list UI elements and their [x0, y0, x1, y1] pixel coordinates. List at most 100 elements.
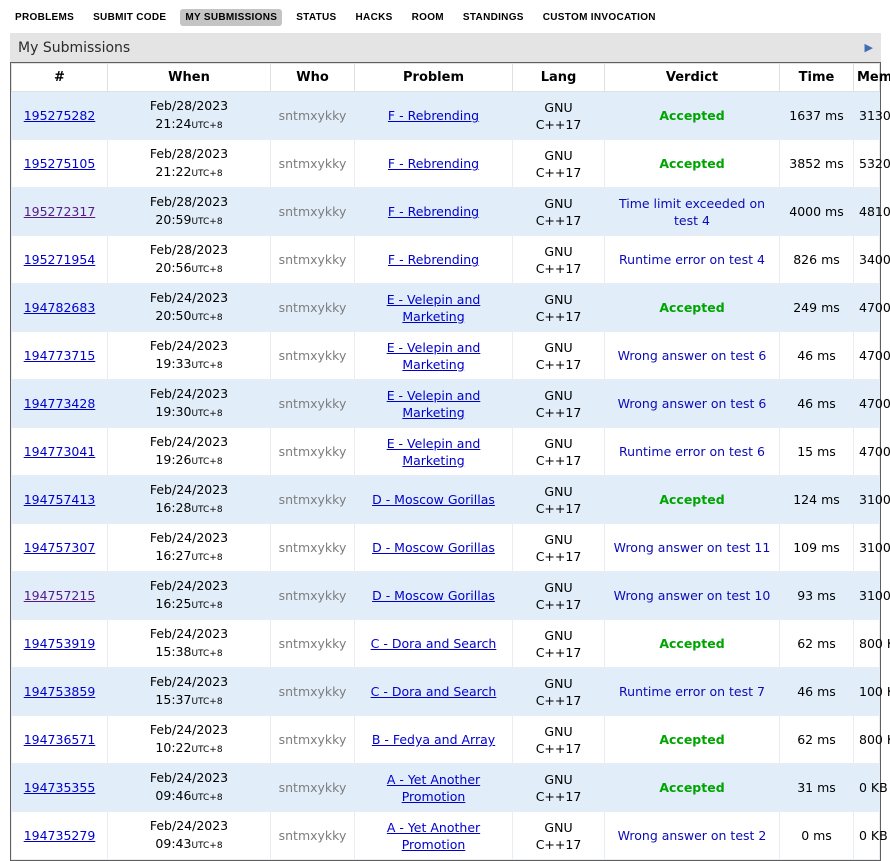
submission-timezone: UTC+8 — [191, 457, 222, 467]
problem-cell: A - Yet Another Promotion — [355, 812, 513, 860]
submission-lang: GNU C++17 — [534, 435, 584, 469]
submission-author-cell: sntmxykky — [271, 668, 355, 716]
submission-author: sntmxykky — [279, 492, 347, 507]
problem-cell: F - Rebrending — [355, 92, 513, 140]
submission-link[interactable]: 194735355 — [24, 780, 96, 795]
submission-author-cell: sntmxykky — [271, 380, 355, 428]
submission-link[interactable]: 195271954 — [24, 252, 96, 267]
submission-link[interactable]: 194782683 — [24, 300, 96, 315]
submission-link[interactable]: 194757307 — [24, 540, 96, 555]
submission-author: sntmxykky — [279, 348, 347, 363]
submission-link[interactable]: 195272317 — [24, 204, 96, 219]
execution-time: 46 ms — [780, 380, 854, 428]
submission-when-cell: Feb/24/2023 15:37UTC+8 — [108, 668, 271, 716]
problem-link[interactable]: E - Velepin and Marketing — [360, 291, 507, 325]
problem-link[interactable]: F - Rebrending — [388, 251, 479, 268]
execution-time: 15 ms — [780, 428, 854, 476]
problem-link[interactable]: A - Yet Another Promotion — [360, 771, 507, 805]
submission-link[interactable]: 194757413 — [24, 492, 96, 507]
submission-id-cell: 194736571 — [12, 716, 108, 764]
language-cell: GNU C++17 — [513, 380, 605, 428]
table-row: 194773041 Feb/24/2023 19:26UTC+8 sntmxyk… — [12, 428, 880, 476]
memory-used: 0 KB — [854, 764, 880, 812]
verdict-text: Wrong answer on test 6 — [618, 347, 767, 364]
problem-link[interactable]: D - Moscow Gorillas — [372, 539, 495, 556]
submission-author-cell: sntmxykky — [271, 140, 355, 188]
submission-id-cell: 195272317 — [12, 188, 108, 236]
table-row: 194782683 Feb/24/2023 20:50UTC+8 sntmxyk… — [12, 284, 880, 332]
problem-cell: E - Velepin and Marketing — [355, 284, 513, 332]
submission-author-cell: sntmxykky — [271, 332, 355, 380]
submission-link[interactable]: 194736571 — [24, 732, 96, 747]
nav-item-standings[interactable]: STANDINGS — [458, 9, 529, 26]
expand-arrow-icon[interactable]: ▶ — [865, 42, 873, 53]
language-cell: GNU C++17 — [513, 428, 605, 476]
execution-time: 1637 ms — [780, 92, 854, 140]
table-row: 194736571 Feb/24/2023 10:22UTC+8 sntmxyk… — [12, 716, 880, 764]
table-row: 194773428 Feb/24/2023 19:30UTC+8 sntmxyk… — [12, 380, 880, 428]
problem-link[interactable]: A - Yet Another Promotion — [360, 819, 507, 853]
problem-cell: F - Rebrending — [355, 140, 513, 188]
problem-link[interactable]: F - Rebrending — [388, 107, 479, 124]
submission-author: sntmxykky — [279, 396, 347, 411]
problem-link[interactable]: C - Dora and Search — [371, 635, 497, 652]
submission-link[interactable]: 194753919 — [24, 636, 96, 651]
submission-author-cell: sntmxykky — [271, 812, 355, 860]
verdict-text: Runtime error on test 6 — [619, 443, 765, 460]
memory-used: 48100 KB — [854, 188, 880, 236]
submission-date: Feb/24/2023 — [113, 769, 265, 787]
verdict-cell: Wrong answer on test 6 — [605, 332, 780, 380]
execution-time: 46 ms — [780, 668, 854, 716]
submission-link[interactable]: 194753859 — [24, 684, 96, 699]
problem-link[interactable]: F - Rebrending — [388, 203, 479, 220]
verdict-cell: Accepted — [605, 92, 780, 140]
submission-id-cell: 195275105 — [12, 140, 108, 188]
submission-date: Feb/28/2023 — [113, 193, 265, 211]
submission-time: 20:50 — [155, 308, 191, 323]
submission-author: sntmxykky — [279, 156, 347, 171]
nav-item-submit-code[interactable]: SUBMIT CODE — [88, 9, 171, 26]
problem-link[interactable]: D - Moscow Gorillas — [372, 491, 495, 508]
table-header-row: #WhenWhoProblemLangVerdictTimeMemory — [12, 64, 880, 92]
nav-item-problems[interactable]: PROBLEMS — [10, 9, 79, 26]
page-title-bar: My Submissions ▶ — [10, 33, 881, 62]
submission-author: sntmxykky — [279, 828, 347, 843]
nav-item-room[interactable]: ROOM — [407, 9, 449, 26]
submission-when-cell: Feb/24/2023 10:22UTC+8 — [108, 716, 271, 764]
problem-link[interactable]: E - Velepin and Marketing — [360, 387, 507, 421]
problem-link[interactable]: F - Rebrending — [388, 155, 479, 172]
problem-link[interactable]: C - Dora and Search — [371, 683, 497, 700]
submission-author: sntmxykky — [279, 588, 347, 603]
column-header-who: Who — [271, 64, 355, 92]
submission-link[interactable]: 194735279 — [24, 828, 96, 843]
language-cell: GNU C++17 — [513, 284, 605, 332]
problem-link[interactable]: B - Fedya and Array — [372, 731, 495, 748]
nav-item-status[interactable]: STATUS — [291, 9, 341, 26]
nav-item-custom-invocation[interactable]: CUSTOM INVOCATION — [538, 9, 661, 26]
submission-link[interactable]: 195275282 — [24, 108, 96, 123]
submission-link[interactable]: 195275105 — [24, 156, 96, 171]
submission-id-cell: 194773715 — [12, 332, 108, 380]
submission-author-cell: sntmxykky — [271, 428, 355, 476]
problem-link[interactable]: E - Velepin and Marketing — [360, 339, 507, 373]
submission-link[interactable]: 194773715 — [24, 348, 96, 363]
submission-date: Feb/28/2023 — [113, 145, 265, 163]
submission-link[interactable]: 194773041 — [24, 444, 96, 459]
language-cell: GNU C++17 — [513, 812, 605, 860]
execution-time: 62 ms — [780, 620, 854, 668]
submission-author-cell: sntmxykky — [271, 236, 355, 284]
problem-link[interactable]: D - Moscow Gorillas — [372, 587, 495, 604]
language-cell: GNU C++17 — [513, 188, 605, 236]
submission-link[interactable]: 194773428 — [24, 396, 96, 411]
verdict-cell: Wrong answer on test 6 — [605, 380, 780, 428]
verdict-text: Accepted — [659, 107, 724, 124]
nav-item-my-submissions[interactable]: MY SUBMISSIONS — [180, 9, 282, 26]
verdict-cell: Runtime error on test 7 — [605, 668, 780, 716]
problem-link[interactable]: E - Velepin and Marketing — [360, 435, 507, 469]
table-row: 195275282 Feb/28/2023 21:24UTC+8 sntmxyk… — [12, 92, 880, 140]
nav-item-hacks[interactable]: HACKS — [351, 9, 398, 26]
submission-link[interactable]: 194757215 — [24, 588, 96, 603]
submission-when-cell: Feb/28/2023 20:56UTC+8 — [108, 236, 271, 284]
column-header-problem: Problem — [355, 64, 513, 92]
submission-id-cell: 194735355 — [12, 764, 108, 812]
